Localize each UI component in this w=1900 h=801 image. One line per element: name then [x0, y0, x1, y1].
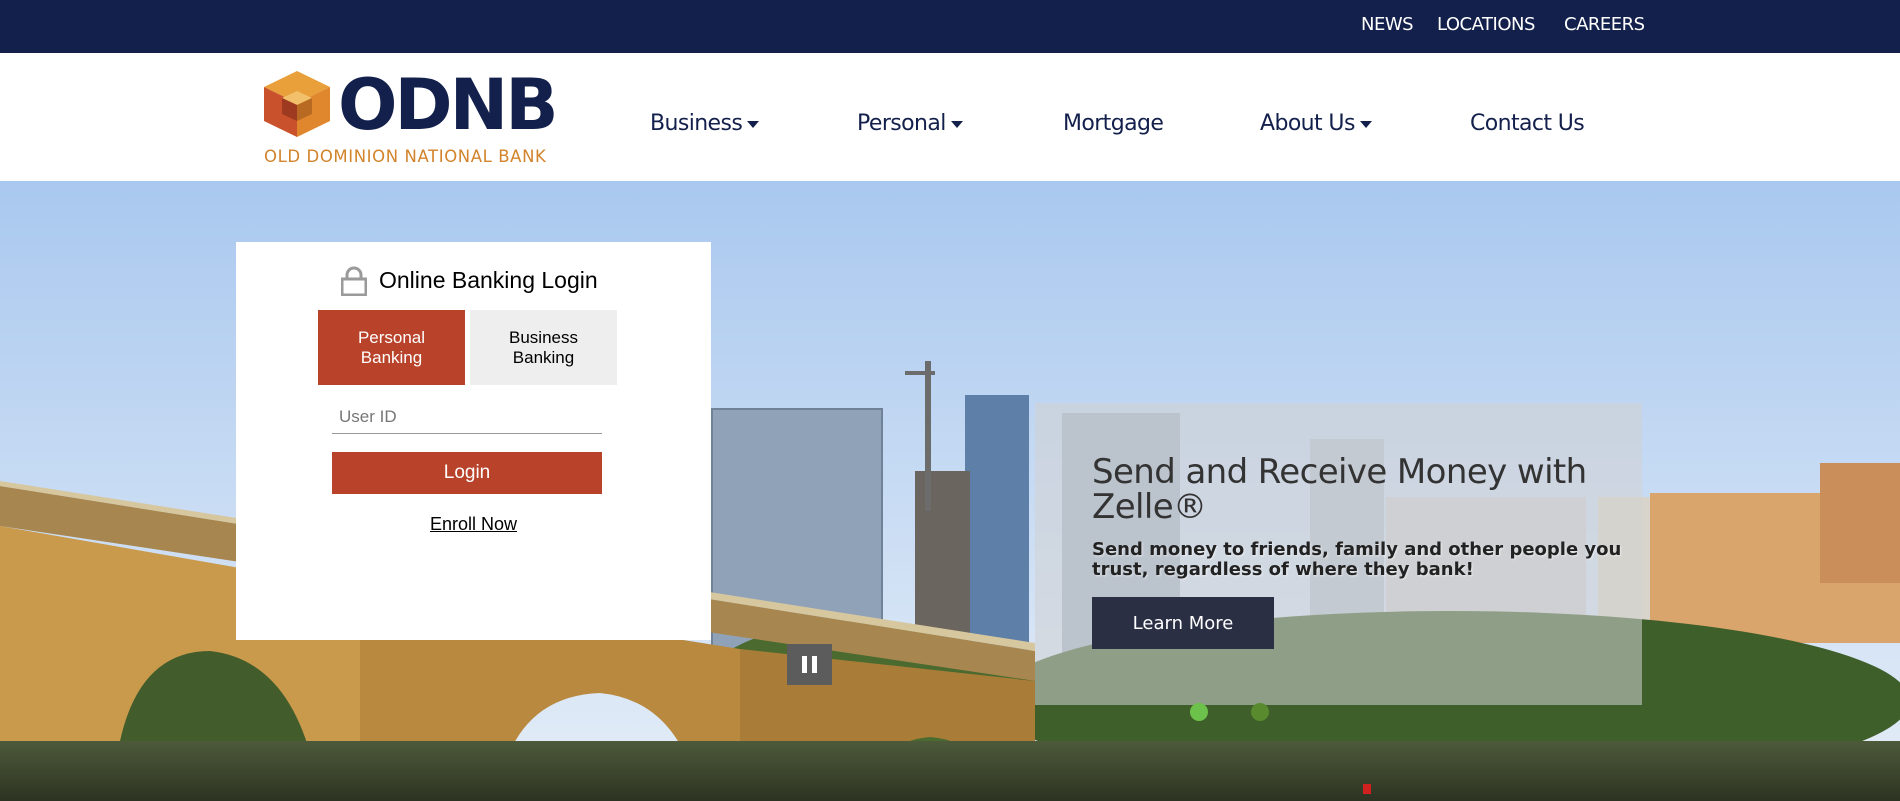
enroll-now-link: Enroll Now	[236, 514, 711, 535]
odnb-logo[interactable]: ODNB OLD DOMINION NATIONAL BANK	[262, 65, 562, 166]
slide-text: Send money to friends, family and other …	[1092, 539, 1622, 580]
caret-down-icon	[1359, 120, 1372, 128]
careers-link[interactable]: CAREERS	[1564, 0, 1645, 50]
carousel-dot-2[interactable]	[1251, 703, 1269, 721]
locations-link[interactable]: LOCATIONS	[1437, 0, 1535, 50]
cube-logo-icon	[264, 71, 330, 137]
carousel-pause-button[interactable]	[787, 644, 832, 685]
nav-about-us-label: About Us	[1260, 111, 1355, 136]
online-banking-login-card: Online Banking Login Personal Banking Bu…	[236, 242, 711, 640]
nav-business-label: Business	[650, 111, 743, 136]
nav-mortgage[interactable]: Mortgage	[1063, 106, 1164, 142]
login-title: Online Banking Login	[379, 267, 598, 293]
caret-down-icon	[950, 120, 963, 128]
lock-icon	[341, 266, 367, 296]
pause-icon-bar	[812, 656, 817, 673]
carousel-dot-1[interactable]	[1190, 703, 1208, 721]
news-link[interactable]: NEWS	[1361, 0, 1414, 50]
user-id-input[interactable]	[332, 400, 602, 434]
zelle-slide: Send and Receive Money with Zelle® Send …	[1035, 403, 1642, 705]
tab-personal-banking[interactable]: Personal Banking	[318, 310, 465, 385]
nav-about-us[interactable]: About Us	[1260, 106, 1372, 142]
nav-mortgage-label: Mortgage	[1063, 111, 1164, 136]
tab-business-banking[interactable]: Business Banking	[470, 310, 617, 385]
slide-title: Send and Receive Money with Zelle®	[1092, 452, 1587, 527]
nav-personal-label: Personal	[857, 111, 946, 136]
logo-tagline: OLD DOMINION NATIONAL BANK	[264, 147, 547, 166]
pause-icon	[802, 656, 807, 673]
login-button[interactable]: Login	[332, 452, 602, 494]
caret-down-icon	[747, 120, 760, 128]
utility-bar: NEWS LOCATIONS CAREERS	[0, 0, 1900, 53]
nav-personal[interactable]: Personal	[857, 106, 963, 142]
enroll-now-label[interactable]: Enroll Now	[430, 514, 517, 534]
learn-more-button[interactable]: Learn More	[1092, 597, 1274, 649]
nav-contact-us-label: Contact Us	[1470, 111, 1585, 136]
site-header: ODNB OLD DOMINION NATIONAL BANK Business…	[0, 53, 1900, 181]
nav-business[interactable]: Business	[650, 106, 760, 142]
logo-wordmark: ODNB	[338, 64, 559, 146]
nav-contact-us[interactable]: Contact Us	[1470, 106, 1585, 142]
